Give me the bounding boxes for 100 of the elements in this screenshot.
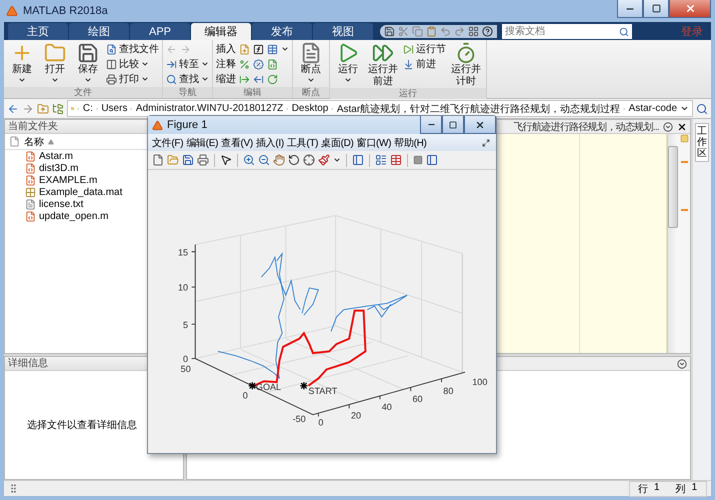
script-file-icon (25, 162, 36, 174)
run-button[interactable]: 运行 (333, 42, 363, 84)
brush-icon[interactable] (318, 154, 330, 166)
axis-tick-label: 0 (318, 418, 324, 428)
pan-icon[interactable] (273, 154, 285, 166)
new-figure-icon[interactable] (152, 154, 164, 166)
folder-up-icon[interactable] (37, 102, 49, 114)
path-segment[interactable]: Astar航迹规划，针对二维飞行航迹进行路径规划，动态规划过程 (336, 102, 620, 116)
search-icon (619, 26, 629, 36)
timer-button[interactable]: 运行并计时 (449, 42, 483, 88)
editor-tab-title[interactable]: 飞行航迹进行路径规划，动态规划... (513, 120, 659, 134)
warning-mark (680, 209, 688, 211)
path-segment[interactable]: Administrator.WIN7U-20180127Z (136, 103, 284, 114)
maximize-button[interactable] (643, 0, 669, 18)
layout-grip-icon[interactable] (8, 483, 19, 494)
tool-label: 缩进 (216, 72, 236, 86)
ribbon-tab[interactable]: 视图 (313, 23, 373, 40)
menu-item[interactable]: 查看(V) (221, 136, 253, 150)
folder-button[interactable]: 打开 (40, 42, 70, 84)
ribbon-tab[interactable]: 发布 (252, 23, 312, 40)
save-icon[interactable] (182, 154, 194, 166)
help-icon[interactable] (482, 26, 493, 36)
close-button[interactable] (464, 116, 496, 134)
search-button[interactable]: 查找 (166, 72, 209, 86)
close-button[interactable] (669, 0, 711, 18)
search-field[interactable]: 搜索文档 (502, 24, 632, 38)
axis-tick-label: -50 (292, 414, 306, 424)
file-name[interactable]: Astar.m (39, 150, 73, 162)
options-icon[interactable] (663, 122, 673, 132)
file-column-icon (9, 136, 20, 147)
path-segment[interactable]: Astar-code (628, 103, 678, 114)
text-file-icon (25, 198, 36, 210)
workspace-tab[interactable]: 工作区 (695, 123, 709, 162)
axis-tick-label: 80 (443, 386, 454, 396)
file-name[interactable]: update_open.m (39, 210, 109, 222)
menu-item[interactable]: 编辑(E) (186, 136, 218, 150)
axis-tick-label: 100 (472, 376, 488, 387)
indent-icon[interactable] (239, 74, 250, 84)
options-icon[interactable] (677, 358, 687, 368)
zoom-out-icon[interactable] (258, 154, 270, 166)
file-name[interactable]: EXAMPLE.m (39, 174, 98, 186)
ribbon-tab[interactable]: 绘图 (69, 23, 129, 40)
axis-tick-label: 15 (178, 247, 188, 258)
layout-icon[interactable] (468, 26, 479, 36)
back-arrow-icon[interactable] (7, 102, 19, 114)
file-name[interactable]: dist3D.m (39, 162, 78, 174)
ribbon-tab[interactable]: 编辑器 (191, 23, 251, 40)
function-icon[interactable] (253, 44, 264, 54)
run-advance-button[interactable]: 运行并前进 (366, 42, 400, 88)
ribbon-tab[interactable]: 主页 (8, 23, 68, 40)
save-button[interactable]: 保存 (73, 42, 103, 84)
data-cursor-icon[interactable] (303, 154, 315, 166)
ribbon-tab[interactable]: APP (130, 23, 190, 40)
path-segment[interactable]: Desktop (292, 103, 328, 114)
close-icon[interactable] (677, 122, 687, 132)
path-segment[interactable]: C: (82, 103, 93, 114)
zoom-in-icon[interactable] (243, 154, 255, 166)
minimize-button[interactable] (420, 116, 442, 134)
menu-item[interactable]: 文件(F) (152, 136, 184, 150)
file-search-button[interactable]: 查找文件 (106, 42, 159, 56)
outdent-icon[interactable] (253, 74, 264, 84)
printer-button[interactable]: 打印 (106, 72, 159, 86)
open-icon[interactable] (167, 154, 179, 166)
menu-item[interactable]: 窗口(W) (356, 136, 392, 150)
advance-button[interactable]: 前进 (403, 57, 446, 71)
menu-item[interactable]: 桌面(D) (321, 136, 354, 150)
folder-icon (44, 42, 66, 64)
caret-icon (333, 156, 341, 164)
minimize-button[interactable] (617, 0, 643, 18)
plus-button[interactable]: 新建 (7, 42, 37, 84)
go-to-button[interactable]: 转至 (166, 57, 209, 71)
path-segment[interactable]: Users (101, 103, 128, 114)
file-name[interactable]: license.txt (39, 198, 84, 210)
search-icon (166, 74, 177, 84)
status-text: 1 (654, 482, 660, 494)
axis-tick-label: 10 (178, 282, 188, 293)
percent-icon[interactable] (239, 58, 250, 70)
menu-item[interactable]: 插入(I) (256, 136, 284, 150)
table-icon[interactable] (267, 44, 278, 54)
menu-item[interactable]: 工具(T) (286, 136, 318, 150)
file-name[interactable]: Example_data.mat (39, 186, 122, 198)
pointer-icon[interactable] (220, 154, 232, 166)
column-header[interactable]: 名称 (24, 134, 44, 148)
axis-tick-label: 40 (382, 402, 392, 412)
forward-arrow-icon[interactable] (22, 102, 34, 114)
axis-tick-label: 60 (412, 394, 423, 404)
save-icon[interactable] (384, 26, 395, 36)
rotate-icon[interactable] (288, 154, 300, 166)
maximize-button[interactable] (442, 116, 464, 134)
timer-icon (455, 42, 477, 64)
printer-icon[interactable] (197, 154, 209, 166)
address-field[interactable]: C: Users Administrator.WIN7U-20180127Z Desktop Astar航迹规划，针对二维飞行航迹进行路径规划，动态规划过程 Astar-code (67, 100, 693, 117)
search-icon[interactable] (696, 102, 708, 114)
dropdown-icon[interactable] (680, 104, 690, 113)
run-section-button[interactable]: 运行节 (403, 42, 446, 56)
browse-folder-icon[interactable] (52, 102, 64, 114)
menu-item[interactable]: 帮助(H) (394, 136, 427, 150)
breakpoint-button[interactable]: 断点 (296, 42, 326, 84)
compare-button[interactable]: 比较 (106, 57, 159, 71)
printer-icon (106, 74, 117, 84)
